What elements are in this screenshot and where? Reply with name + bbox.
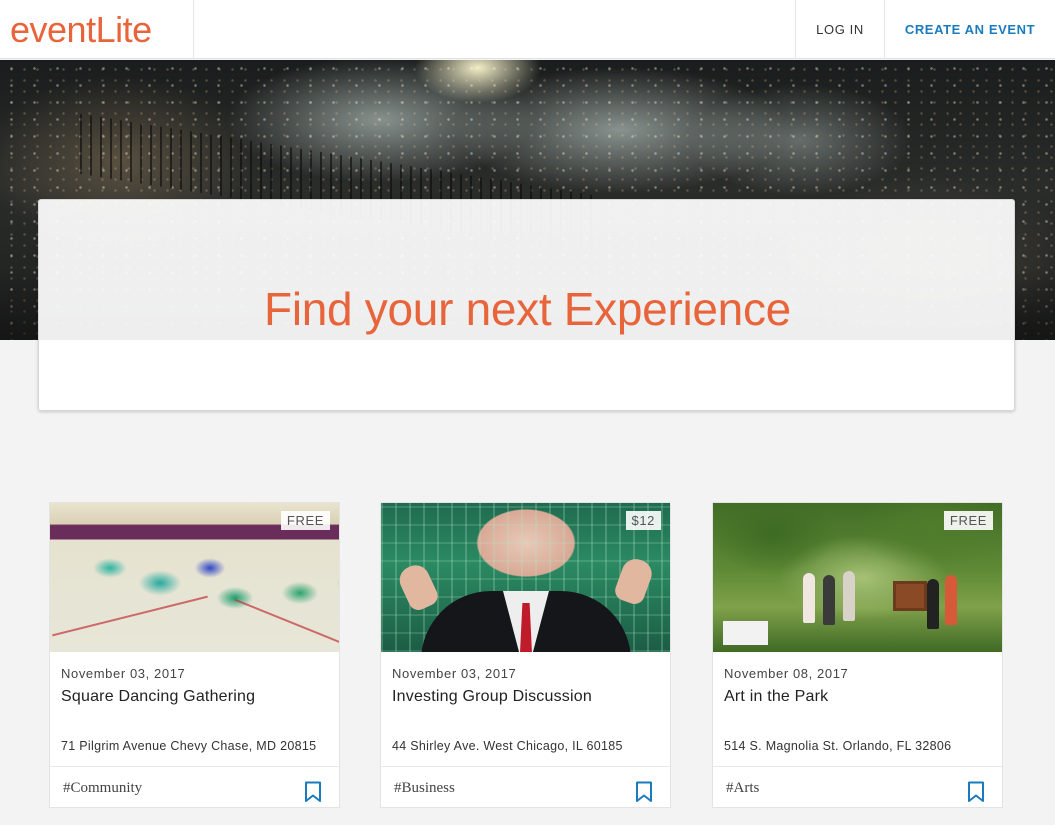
gym-floor-line (234, 598, 339, 650)
event-address: 71 Pilgrim Avenue Chevy Chase, MD 20815 (61, 739, 317, 753)
card-footer: #Community (50, 766, 339, 808)
event-photo-square-dancing[interactable]: FREE (50, 503, 339, 652)
gym-floor-line (52, 595, 208, 637)
category-tag[interactable]: #Arts (726, 780, 759, 797)
event-card[interactable]: FREE November 03, 2017 Square Dancing Ga… (49, 502, 340, 808)
event-title[interactable]: Square Dancing Gathering (61, 688, 255, 706)
category-tag[interactable]: #Community (63, 780, 142, 797)
visitor-figure (927, 579, 939, 629)
display-table (723, 621, 768, 645)
event-date: November 03, 2017 (61, 666, 186, 681)
event-date: November 03, 2017 (392, 666, 517, 681)
visitor-figure (823, 575, 835, 625)
art-easel (893, 581, 927, 611)
top-nav: eventLite LOG IN CREATE AN EVENT (0, 0, 1055, 59)
event-card[interactable]: $12 November 03, 2017 Investing Group Di… (380, 502, 671, 808)
login-link[interactable]: LOG IN (795, 0, 884, 59)
price-badge: FREE (280, 511, 330, 530)
event-card[interactable]: FREE November 08, 2017 Art in the Park 5… (712, 502, 1003, 808)
bookmark-icon[interactable] (304, 781, 322, 803)
event-photo-art-park[interactable]: FREE (713, 503, 1002, 652)
bookmark-icon[interactable] (635, 781, 653, 803)
card-footer: #Arts (713, 766, 1002, 808)
event-title[interactable]: Investing Group Discussion (392, 688, 592, 706)
event-address: 44 Shirley Ave. West Chicago, IL 60185 (392, 739, 623, 753)
logo-link[interactable]: eventLite (0, 0, 194, 59)
event-photo-investing[interactable]: $12 (381, 503, 670, 652)
event-title[interactable]: Art in the Park (724, 688, 828, 706)
category-tag[interactable]: #Business (394, 780, 455, 797)
visitor-figure (945, 575, 957, 625)
bookmark-icon[interactable] (967, 781, 985, 803)
create-event-link[interactable]: CREATE AN EVENT (884, 0, 1055, 59)
event-date: November 08, 2017 (724, 666, 849, 681)
visitor-figure (803, 573, 815, 623)
card-footer: #Business (381, 766, 670, 808)
price-badge: $12 (625, 511, 661, 530)
price-badge: FREE (943, 511, 993, 530)
visitor-figure (843, 571, 855, 621)
event-address: 514 S. Magnolia St. Orlando, FL 32806 (724, 739, 952, 753)
hero-headline: Find your next Experience (264, 283, 791, 335)
hero-panel: Find your next Experience (38, 199, 1015, 411)
